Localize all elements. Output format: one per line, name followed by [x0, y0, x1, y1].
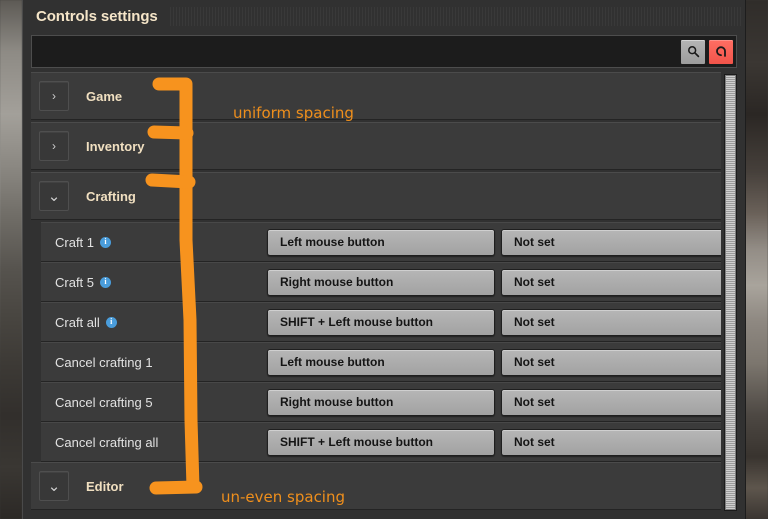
secondary-binding-button[interactable]: Not set — [501, 348, 721, 376]
secondary-binding-button[interactable]: Not set — [501, 308, 721, 336]
search-button[interactable] — [680, 38, 706, 65]
chevron-right-icon[interactable]: › — [39, 81, 69, 111]
settings-row: Cancel crafting all SHIFT + Left mouse bu… — [41, 422, 721, 462]
row-label-text: Craft all — [55, 314, 100, 330]
group-header-editor[interactable]: ⌄ Editor — [31, 462, 721, 510]
row-label-text: Cancel crafting 1 — [55, 354, 153, 370]
row-label: Cancel crafting 5 — [55, 395, 267, 410]
row-label-text: Cancel crafting 5 — [55, 394, 153, 410]
reset-icon — [714, 45, 728, 59]
row-label: Craft all i — [55, 315, 267, 330]
secondary-binding-button[interactable]: Not set — [501, 268, 721, 296]
row-label-text: Cancel crafting all — [55, 434, 159, 450]
settings-body: › Game › Inventory ⌄ Crafting Craft 1 i Left mou… — [31, 33, 737, 511]
primary-binding-button[interactable]: Left mouse button — [267, 348, 495, 376]
game-background-left — [0, 0, 22, 519]
row-label-text: Craft 5 — [55, 274, 95, 290]
search-bar — [31, 35, 737, 68]
group-label: Game — [86, 88, 123, 104]
group-label: Inventory — [86, 138, 145, 154]
chevron-down-icon[interactable]: ⌄ — [39, 181, 69, 211]
scrollbar-thumb[interactable] — [725, 75, 736, 510]
primary-binding-button[interactable]: SHIFT + Left mouse button — [267, 428, 495, 456]
row-label: Craft 1 i — [55, 235, 267, 250]
window-titlebar[interactable]: Controls settings — [23, 0, 745, 33]
settings-row: Cancel crafting 5 Right mouse button Not s… — [41, 382, 721, 422]
page-title: Controls settings — [36, 8, 158, 25]
chevron-down-icon[interactable]: ⌄ — [39, 471, 69, 501]
primary-binding-button[interactable]: Right mouse button — [267, 388, 495, 416]
settings-row: Craft 1 i Left mouse button Not set — [41, 222, 721, 262]
group-header-game[interactable]: › Game — [31, 72, 721, 120]
window-drag-grip[interactable] — [169, 7, 741, 26]
group-label: Editor — [86, 478, 124, 494]
group-header-inventory[interactable]: › Inventory — [31, 122, 721, 170]
settings-row: Cancel crafting 1 Left mouse button Not se… — [41, 342, 721, 382]
secondary-binding-button[interactable]: Not set — [501, 428, 721, 456]
secondary-binding-button[interactable]: Not set — [501, 388, 721, 416]
secondary-binding-button[interactable]: Not set — [501, 228, 721, 256]
group-label: Crafting — [86, 188, 136, 204]
group-header-crafting[interactable]: ⌄ Crafting — [31, 172, 721, 220]
primary-binding-button[interactable]: SHIFT + Left mouse button — [267, 308, 495, 336]
settings-row: Craft 5 i Right mouse button Not set — [41, 262, 721, 302]
row-label: Cancel crafting 1 — [55, 355, 267, 370]
row-label: Cancel crafting all — [55, 435, 267, 450]
primary-binding-button[interactable]: Left mouse button — [267, 228, 495, 256]
settings-list: › Game › Inventory ⌄ Crafting Craft 1 i Left mou… — [31, 72, 721, 511]
reset-button[interactable] — [708, 38, 734, 65]
row-label: Craft 5 i — [55, 275, 267, 290]
info-icon[interactable]: i — [100, 236, 112, 248]
info-icon[interactable]: i — [105, 316, 117, 328]
primary-binding-button[interactable]: Right mouse button — [267, 268, 495, 296]
info-icon[interactable]: i — [100, 276, 112, 288]
settings-list-area: › Game › Inventory ⌄ Crafting Craft 1 i Left mou… — [31, 72, 737, 511]
chevron-right-icon[interactable]: › — [39, 131, 69, 161]
vertical-scrollbar[interactable] — [724, 74, 737, 511]
controls-settings-window: Controls settings › Game › Inventory ⌄ C… — [22, 0, 746, 519]
settings-row: Craft all i SHIFT + Left mouse button Not s… — [41, 302, 721, 342]
search-input[interactable] — [32, 36, 680, 67]
row-label-text: Craft 1 — [55, 234, 95, 250]
search-icon — [687, 45, 700, 58]
